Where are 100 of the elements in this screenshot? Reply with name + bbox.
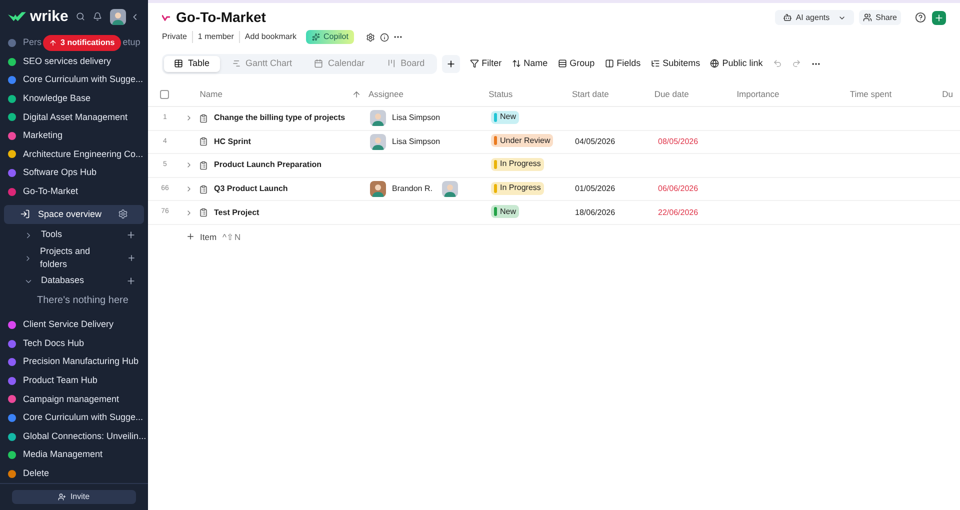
add-icon[interactable] [127, 253, 136, 264]
sidebar-item[interactable]: SEO services delivery [23, 54, 112, 68]
sort-icon [512, 59, 521, 68]
table-icon [174, 59, 183, 68]
project-icon [199, 160, 208, 170]
sidebar-item[interactable]: Go-To-Market [23, 184, 78, 198]
robot-icon [782, 13, 792, 22]
ai-agents-button[interactable]: AI agents [774, 10, 854, 25]
column-header[interactable]: Assignee [368, 88, 404, 101]
avatar-icon [370, 134, 386, 150]
due-date: 08/05/2026 [658, 136, 698, 146]
column-header[interactable]: Du [942, 88, 953, 101]
sidebar-item[interactable]: Space overview [4, 204, 144, 224]
bell-icon[interactable] [93, 11, 102, 22]
project-icon [199, 114, 208, 123]
shortcut-hint: ^⇧N [222, 230, 241, 244]
sidebar-item[interactable]: Tools [41, 228, 62, 242]
gantt-icon [232, 59, 241, 68]
column-header[interactable]: Name [200, 88, 222, 101]
space-icon [162, 14, 170, 20]
share-button[interactable]: Share [858, 10, 901, 25]
sidebar-item[interactable]: Campaign management [23, 392, 120, 406]
due-date: 22/06/2026 [658, 208, 698, 217]
add-user-icon [58, 493, 66, 501]
assignee-name: Lisa Simpson [392, 136, 440, 148]
start-date: 01/05/2026 [575, 184, 616, 194]
column-header[interactable]: Status [488, 88, 513, 101]
filter-icon [470, 59, 479, 68]
add-view-button[interactable] [442, 54, 460, 72]
settings-icon[interactable] [118, 209, 128, 220]
sidebar-item[interactable]: Knowledge Base [23, 92, 91, 106]
status-tag[interactable]: In Progress [491, 182, 544, 195]
sidebar-item[interactable]: Core Curriculum with Sugge... [23, 73, 144, 87]
plus-icon [446, 58, 456, 68]
sidebar-item[interactable]: Core Curriculum with Sugge... [23, 411, 144, 425]
board-icon [386, 59, 396, 68]
sidebar-item[interactable]: Pers [23, 36, 42, 50]
item-name[interactable]: HC Sprint [214, 136, 251, 148]
sidebar-item[interactable]: Media Management [23, 448, 103, 462]
sidebar-item[interactable]: Digital Asset Management [23, 110, 128, 124]
start-date: 04/05/2026 [575, 136, 616, 146]
sidebar-item-end: etup [122, 36, 140, 50]
column-header[interactable]: Importance [736, 88, 780, 101]
arrow-up-icon [48, 38, 57, 47]
item-name[interactable]: Change the billing type of projects [214, 112, 346, 124]
people-icon [862, 13, 872, 22]
assignee-name: Brandon R. [392, 183, 432, 196]
settings-icon[interactable] [366, 32, 376, 42]
empty-text: There's nothing here [36, 294, 130, 308]
sidebar-item[interactable]: Architecture Engineering Co... [23, 148, 144, 162]
add-icon[interactable] [126, 276, 136, 286]
copilot-button[interactable]: Copilot [306, 30, 354, 44]
toolbar-button[interactable]: Filter [470, 56, 502, 70]
toolbar-button[interactable]: Group [558, 56, 595, 70]
view-tab[interactable]: Table [164, 56, 220, 72]
status-tag[interactable]: New [491, 205, 520, 218]
sort-icon[interactable] [352, 90, 362, 99]
column-header[interactable]: Start date [572, 88, 609, 101]
status-tag[interactable]: In Progress [491, 158, 544, 171]
column-header[interactable]: Due date [654, 88, 689, 101]
meta-link[interactable]: Add bookmark [238, 31, 302, 43]
notification-badge[interactable]: 3 notifications [42, 34, 121, 51]
help-icon[interactable] [915, 12, 926, 23]
item-name[interactable]: Product Launch Preparation [214, 159, 322, 172]
add-button[interactable] [932, 10, 946, 24]
calendar-icon [314, 59, 324, 68]
toolbar-button[interactable]: Fields [604, 56, 641, 70]
toolbar-button[interactable]: Public link [710, 56, 763, 70]
sidebar-item[interactable]: Delete [23, 466, 50, 480]
search-icon[interactable] [76, 11, 86, 22]
sidebar-item[interactable]: Product Team Hub [23, 374, 98, 388]
avatar-icon [370, 181, 386, 198]
toolbar-button[interactable]: Subitems [650, 56, 700, 70]
info-icon[interactable] [380, 32, 390, 42]
item-name[interactable]: Test Project [214, 206, 260, 219]
sidebar-item[interactable]: Global Connections: Unveilin... [23, 430, 146, 444]
columns-icon [604, 59, 614, 68]
project-icon [199, 137, 208, 146]
start-date: 18/06/2026 [575, 208, 616, 217]
plus-icon [934, 12, 944, 22]
due-date: 06/06/2026 [658, 184, 698, 194]
subitems-icon [650, 59, 660, 68]
add-item-button[interactable]: Item [186, 230, 217, 244]
sidebar-item[interactable]: Software Ops Hub [23, 166, 97, 180]
add-icon[interactable] [126, 230, 136, 240]
item-name[interactable]: Q3 Product Launch [214, 183, 288, 196]
sidebar-item[interactable]: Tech Docs Hub [23, 336, 84, 350]
sidebar-item[interactable]: Client Service Delivery [23, 318, 114, 332]
chevron-icon[interactable] [24, 230, 33, 240]
invite-button[interactable]: Invite [12, 490, 136, 504]
select-all-checkbox[interactable] [160, 90, 170, 99]
column-header[interactable]: Time spent [850, 88, 892, 101]
assignee-name: Lisa Simpson [392, 112, 440, 124]
status-tag[interactable]: Under Review [491, 134, 554, 148]
sidebar-item[interactable]: Databases [41, 274, 84, 288]
status-tag[interactable]: New [491, 110, 520, 124]
toolbar-button[interactable]: Name [512, 56, 548, 70]
sidebar-item[interactable]: Precision Manufacturing Hub [23, 355, 139, 369]
sidebar-item[interactable]: Projects and folders [40, 244, 112, 272]
sidebar-item[interactable]: Marketing [23, 129, 63, 143]
